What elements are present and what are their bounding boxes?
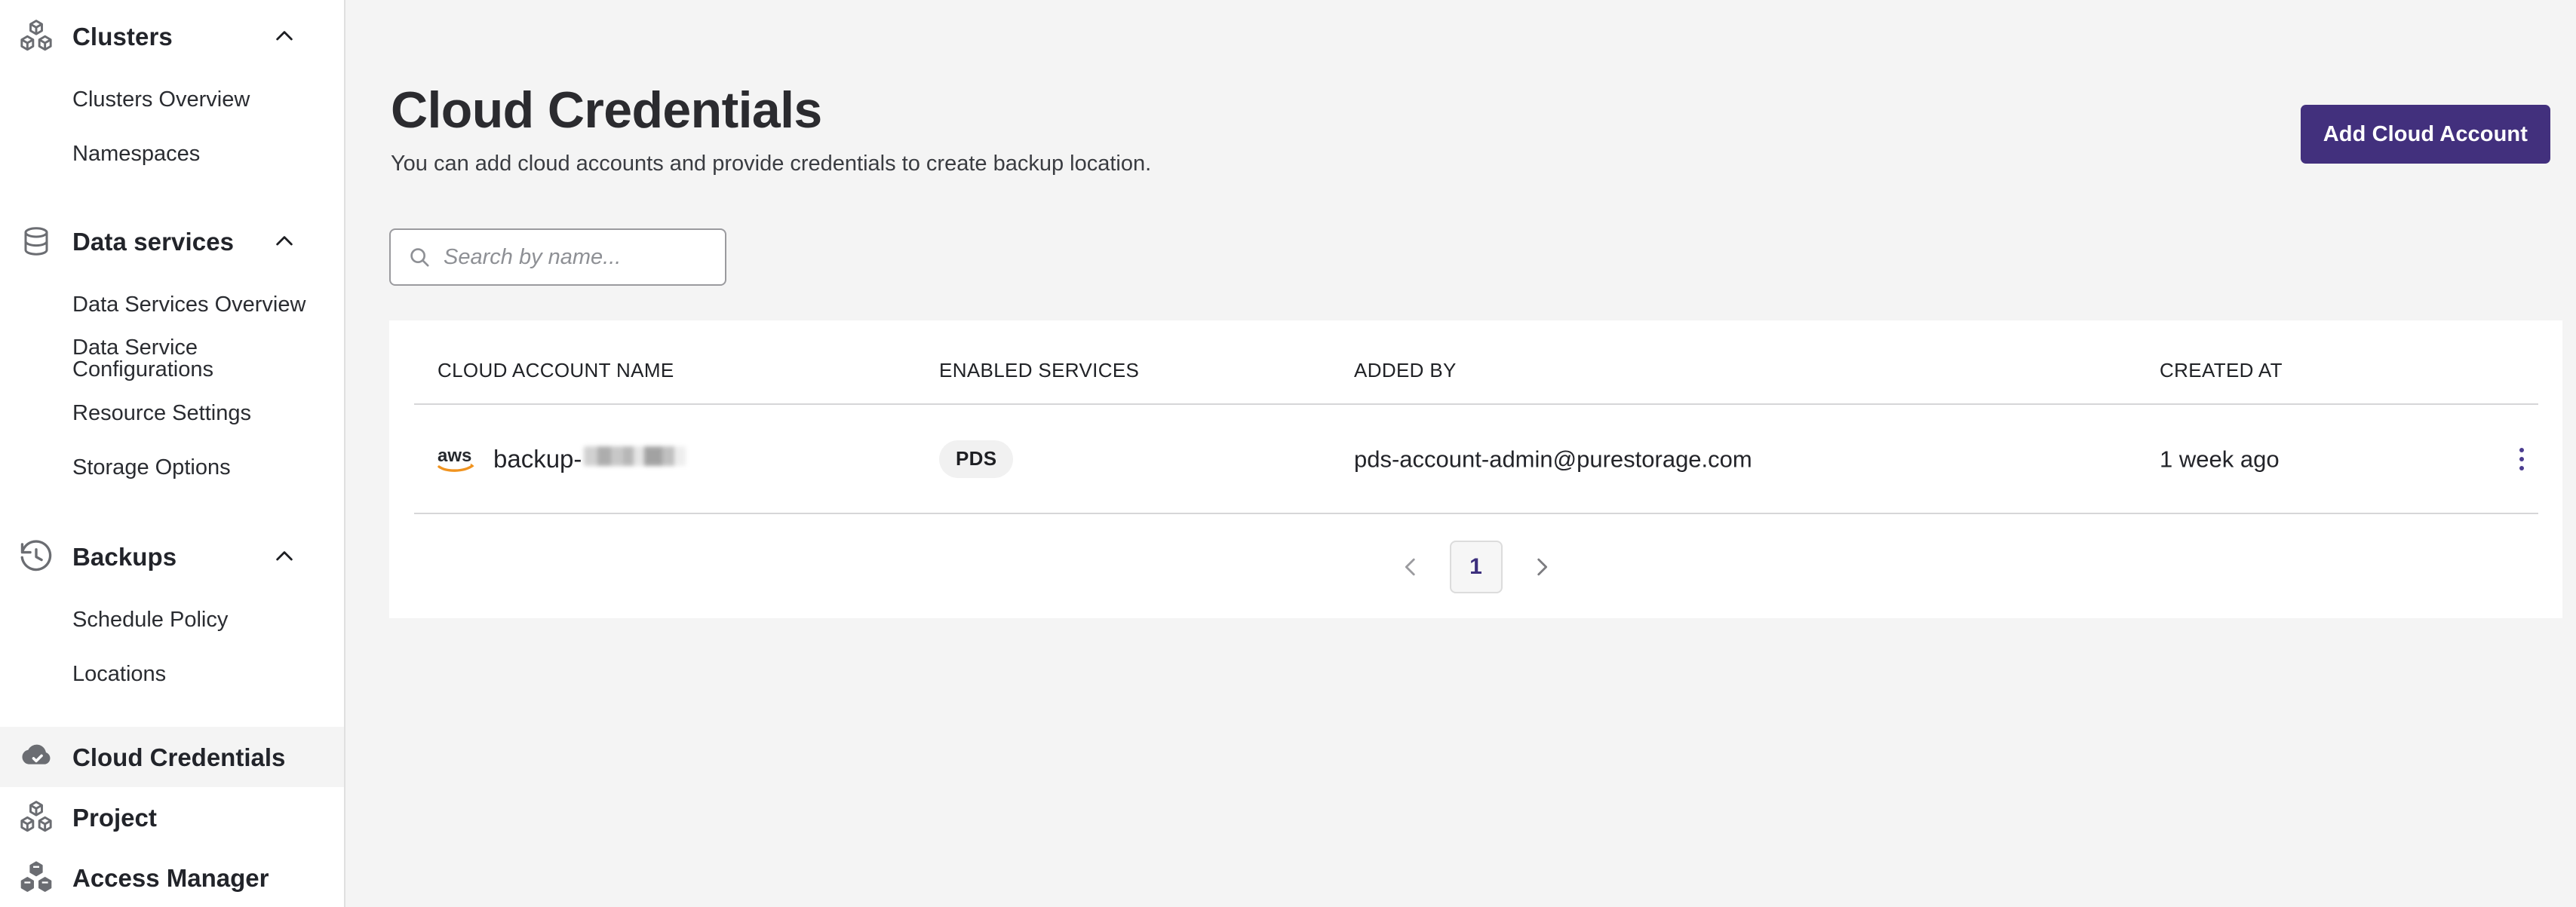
database-icon <box>17 222 56 261</box>
add-cloud-account-button[interactable]: Add Cloud Account <box>2300 105 2550 164</box>
table-header-row: CLOUD ACCOUNT NAME ENABLED SERVICES ADDE… <box>389 320 2562 403</box>
page-subtitle: You can add cloud accounts and provide c… <box>391 152 1152 176</box>
sidebar-item-label: Cloud Credentials <box>72 743 286 771</box>
cloud-credentials-table: CLOUD ACCOUNT NAME ENABLED SERVICES ADDE… <box>389 320 2562 618</box>
column-header-created-at: CREATED AT <box>2160 359 2283 381</box>
svg-text:aws: aws <box>438 446 471 466</box>
sidebar-item-access-manager[interactable]: Access Manager <box>0 847 344 907</box>
sidebar-group-header-backups[interactable]: Backups <box>0 520 344 593</box>
table-row[interactable]: aws backup- PDS pds-account-admin@purest… <box>389 405 2562 513</box>
sidebar-item-namespaces[interactable]: Namespaces <box>0 127 344 181</box>
sidebar-group-label: Clusters <box>72 22 173 51</box>
page-header: Cloud Credentials You can add cloud acco… <box>391 83 2201 176</box>
cloud-check-icon <box>17 737 56 777</box>
column-header-enabled-services: ENABLED SERVICES <box>939 359 1140 381</box>
sidebar-group-header-clusters[interactable]: Clusters <box>0 0 344 72</box>
aws-logo-icon: aws <box>438 443 480 475</box>
sidebar-item-project[interactable]: Project <box>0 787 344 847</box>
sidebar-item-label: Access Manager <box>72 863 269 892</box>
search-input[interactable] <box>444 230 732 284</box>
sidebar-item-label: Namespaces <box>72 141 201 166</box>
created-at-value: 1 week ago <box>2160 446 2280 472</box>
kebab-menu-icon[interactable] <box>2502 440 2541 479</box>
sidebar-item-data-services-overview[interactable]: Data Services Overview <box>0 277 344 332</box>
sidebar-group-data-services: Data services Data Services Overview Dat… <box>0 205 344 495</box>
sidebar-group-backups: Backups Schedule Policy Locations <box>0 520 344 701</box>
chevron-right-icon[interactable] <box>1522 547 1561 587</box>
status-badge: PDS <box>939 440 1014 478</box>
history-clock-icon <box>17 537 56 576</box>
cell-cloud-account-name: aws backup- <box>438 443 686 475</box>
sidebar-item-label: Schedule Policy <box>72 607 229 632</box>
cloud-credentials-table-card: CLOUD ACCOUNT NAME ENABLED SERVICES ADDE… <box>389 320 2562 618</box>
sidebar-item-label: Locations <box>72 661 167 686</box>
table-divider-bottom <box>414 513 2538 514</box>
sidebar-group-label: Backups <box>72 542 177 571</box>
cell-enabled-services: PDS <box>939 440 1014 478</box>
sidebar-group-clusters: Clusters Clusters Overview Namespaces <box>0 0 344 181</box>
sidebar-item-label: Clusters Overview <box>72 87 250 112</box>
page-title: Cloud Credentials <box>391 81 822 139</box>
sidebar-item-schedule-policy[interactable]: Schedule Policy <box>0 593 344 647</box>
cubes-filled-icon <box>17 858 56 897</box>
cell-created-at: 1 week ago <box>2160 447 2280 470</box>
chevron-up-icon[interactable] <box>272 544 297 569</box>
sidebar-item-label: Storage Options <box>72 455 231 480</box>
cubes-outline-icon <box>17 798 56 837</box>
cloud-account-name-redacted <box>584 446 686 466</box>
sidebar-item-storage-options[interactable]: Storage Options <box>0 440 344 495</box>
sidebar: Clusters Clusters Overview Namespaces Da… <box>0 0 345 907</box>
main-content: Cloud Credentials You can add cloud acco… <box>345 0 2576 907</box>
search-icon <box>407 245 431 269</box>
pagination-page-1[interactable]: 1 <box>1449 540 1503 593</box>
column-header-cloud-account-name: CLOUD ACCOUNT NAME <box>438 359 674 381</box>
app-root: Clusters Clusters Overview Namespaces Da… <box>0 0 2576 907</box>
pagination: 1 <box>389 515 2562 618</box>
added-by-value: pds-account-admin@purestorage.com <box>1354 446 1752 472</box>
chevron-up-icon[interactable] <box>272 228 297 254</box>
sidebar-item-clusters-overview[interactable]: Clusters Overview <box>0 72 344 127</box>
sidebar-item-data-service-configurations[interactable]: Data Service Configurations <box>0 332 344 386</box>
sidebar-item-label: Data Service Configurations <box>72 336 213 381</box>
sidebar-item-label: Resource Settings <box>72 400 251 425</box>
sidebar-item-label: Project <box>72 803 157 832</box>
sidebar-item-cloud-credentials[interactable]: Cloud Credentials <box>0 727 344 787</box>
cloud-account-name: backup- <box>493 446 686 471</box>
chevron-up-icon[interactable] <box>272 23 297 49</box>
cubes-outline-icon <box>17 17 56 56</box>
sidebar-item-resource-settings[interactable]: Resource Settings <box>0 386 344 440</box>
sidebar-item-label: Data Services Overview <box>72 292 306 317</box>
cell-row-actions <box>2502 440 2541 479</box>
sidebar-item-locations[interactable]: Locations <box>0 647 344 701</box>
cell-added-by: pds-account-admin@purestorage.com <box>1354 447 1752 470</box>
column-header-added-by: ADDED BY <box>1354 359 1457 381</box>
search-box[interactable] <box>389 228 732 286</box>
chevron-left-icon[interactable] <box>1391 547 1430 587</box>
sidebar-group-label: Data services <box>72 227 235 256</box>
cloud-account-name-prefix: backup- <box>493 445 582 473</box>
sidebar-group-header-data-services[interactable]: Data services <box>0 205 344 277</box>
